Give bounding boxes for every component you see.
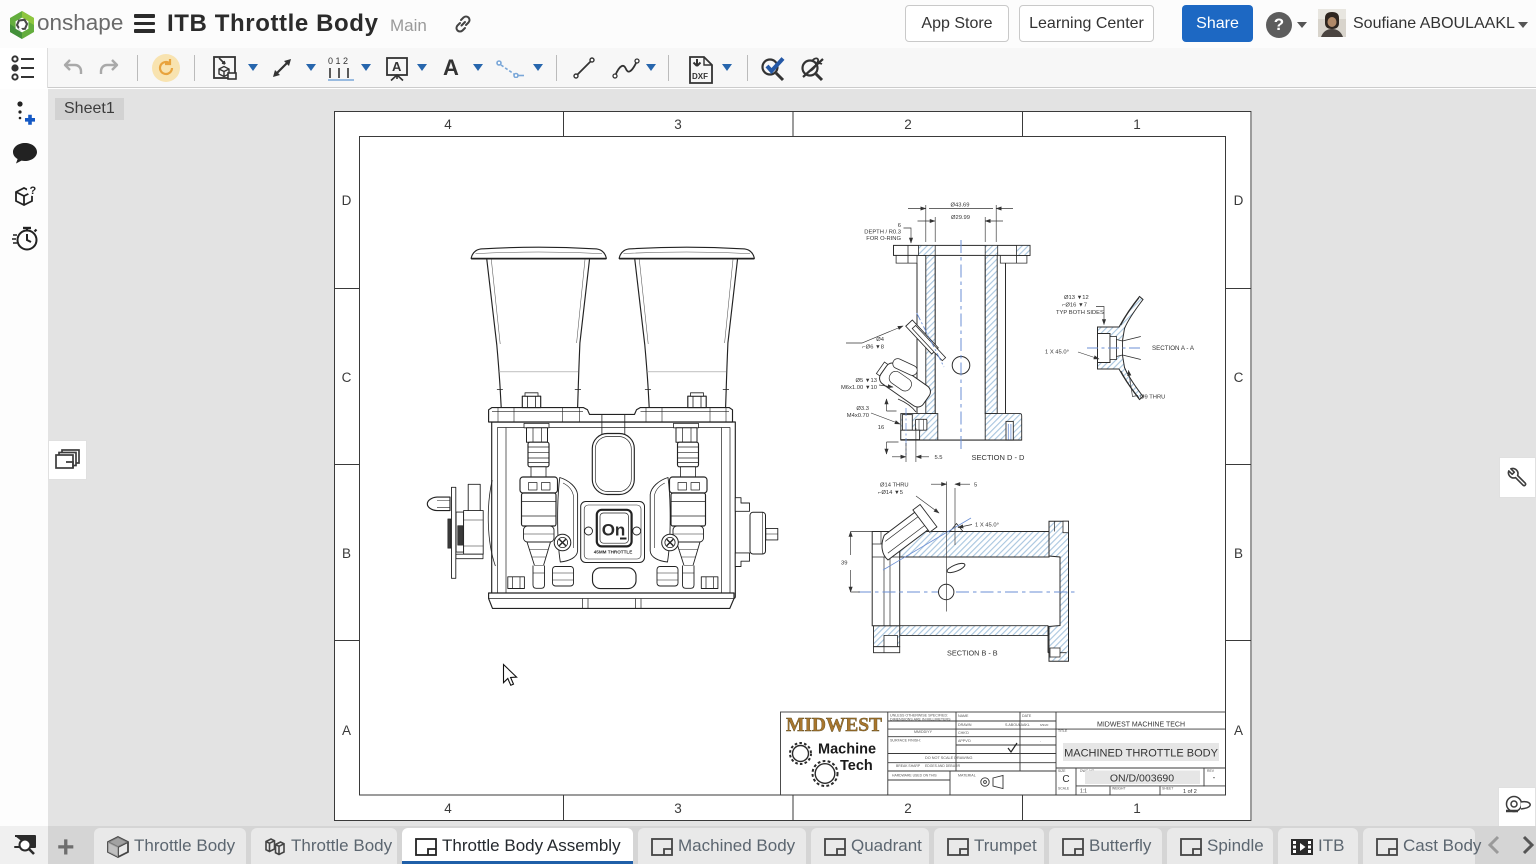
svg-text:⌐Ø14 ▼5: ⌐Ø14 ▼5: [878, 490, 903, 496]
svg-text:SECTION D - D: SECTION D - D: [972, 453, 1026, 462]
svg-text:ON/D/003690: ON/D/003690: [1110, 773, 1174, 785]
svg-text:TITLE: TITLE: [1058, 729, 1068, 733]
svg-text:D: D: [342, 193, 352, 208]
svg-text:0 1 2: 0 1 2: [328, 56, 348, 66]
svg-text:SECTION A - A: SECTION A - A: [1152, 345, 1195, 352]
svg-text:-: -: [1213, 773, 1216, 782]
svg-text:BREAK SHARP: BREAK SHARP: [896, 764, 921, 768]
svg-text:B: B: [342, 546, 351, 561]
svg-text:APPV'D: APPV'D: [958, 739, 971, 743]
svg-text:Ø43.69: Ø43.69: [950, 203, 969, 209]
svg-text:1 of 2: 1 of 2: [1183, 789, 1197, 795]
svg-text:Ø4: Ø4: [876, 337, 885, 343]
svg-text:Ø3.3: Ø3.3: [856, 406, 869, 412]
svg-text:S.ABOULAAKL: S.ABOULAAKL: [1005, 723, 1030, 727]
svg-text:CHK'D: CHK'D: [958, 731, 969, 735]
svg-text:3: 3: [674, 801, 682, 816]
svg-text:DEPTH / R0.3: DEPTH / R0.3: [864, 230, 901, 236]
svg-text:Ø14 THRU: Ø14 THRU: [880, 483, 909, 489]
svg-text:Ø9 THRU: Ø9 THRU: [1140, 395, 1165, 401]
svg-text:3: 3: [674, 117, 682, 132]
svg-text:Machine: Machine: [818, 742, 876, 758]
svg-text:16: 16: [878, 425, 884, 431]
svg-text:SHEET: SHEET: [1162, 787, 1173, 791]
svg-text:-: -: [1040, 739, 1041, 743]
svg-text:MM/DD/YY: MM/DD/YY: [914, 730, 933, 734]
svg-text:Ø29.99: Ø29.99: [951, 215, 970, 221]
svg-text:Ø5 ▼13: Ø5 ▼13: [855, 378, 877, 384]
svg-text:1 X 45.0°: 1 X 45.0°: [1045, 350, 1069, 356]
svg-text:SECTION B - B: SECTION B - B: [947, 649, 998, 658]
svg-text:DATE: DATE: [1022, 714, 1032, 718]
svg-text:DRAWN: DRAWN: [958, 723, 972, 727]
svg-text:5.5: 5.5: [934, 455, 942, 461]
svg-text:A: A: [392, 59, 402, 74]
svg-text:DO NOT SCALE DRAWING: DO NOT SCALE DRAWING: [925, 756, 973, 760]
svg-text:1 X 45.0°: 1 X 45.0°: [975, 523, 999, 529]
svg-text:MIDWEST: MIDWEST: [786, 715, 882, 736]
svg-text:On: On: [602, 521, 626, 540]
svg-text:Ø13 ▼12: Ø13 ▼12: [1064, 295, 1089, 301]
svg-text:6/9/20: 6/9/20: [1040, 723, 1049, 727]
svg-text:TYP BOTH SIDES: TYP BOTH SIDES: [1056, 310, 1104, 316]
svg-text:4: 4: [444, 117, 452, 132]
svg-text:SIZE: SIZE: [1058, 769, 1066, 773]
svg-text:1: 1: [1133, 801, 1141, 816]
svg-text:M4x0.70: M4x0.70: [847, 413, 869, 419]
svg-text:Tech: Tech: [840, 758, 873, 774]
svg-text:SCALE: SCALE: [1058, 787, 1070, 791]
svg-text:A: A: [342, 723, 351, 738]
svg-text:?: ?: [30, 185, 37, 197]
svg-text:B: B: [1234, 546, 1243, 561]
svg-text:DXF: DXF: [692, 72, 708, 81]
svg-text:45MM THROTTLE: 45MM THROTTLE: [594, 550, 633, 555]
svg-text:WEIGHT: WEIGHT: [1112, 787, 1126, 791]
svg-text:DIMENSIONS ARE IN MILLIMETERS: DIMENSIONS ARE IN MILLIMETERS: [890, 718, 951, 722]
svg-text:C: C: [1062, 774, 1069, 785]
svg-text:6: 6: [898, 223, 901, 229]
svg-text:2: 2: [904, 117, 912, 132]
svg-text:1: 1: [1133, 117, 1141, 132]
svg-text:D: D: [1234, 193, 1244, 208]
svg-text:5: 5: [974, 483, 977, 489]
svg-text:SURFACE FINISH:: SURFACE FINISH:: [890, 739, 921, 743]
svg-text:⌐Ø16 ▼7: ⌐Ø16 ▼7: [1062, 303, 1087, 309]
svg-text:HARDWARE USED ON THIS: HARDWARE USED ON THIS: [892, 774, 937, 778]
svg-text:2: 2: [904, 801, 912, 816]
svg-text:4: 4: [444, 801, 452, 816]
svg-text:⌐Ø6 ▼8: ⌐Ø6 ▼8: [862, 345, 884, 351]
svg-text:A: A: [1234, 723, 1243, 738]
svg-text:39: 39: [841, 561, 847, 567]
svg-text:C: C: [342, 370, 352, 385]
svg-text:FOR O-RING: FOR O-RING: [866, 236, 901, 242]
svg-text:EDGES AND DEBURR: EDGES AND DEBURR: [925, 764, 961, 768]
svg-text:MIDWEST MACHINE TECH: MIDWEST MACHINE TECH: [1097, 722, 1185, 729]
svg-text:NAME: NAME: [958, 714, 969, 718]
svg-text:MATERIAL: MATERIAL: [958, 774, 976, 778]
svg-text:M6x1.00 ▼10: M6x1.00 ▼10: [841, 385, 877, 391]
svg-text:MACHINED THROTTLE BODY: MACHINED THROTTLE BODY: [1064, 748, 1218, 760]
svg-text:C: C: [1234, 370, 1244, 385]
svg-text:1:1: 1:1: [1080, 789, 1087, 795]
